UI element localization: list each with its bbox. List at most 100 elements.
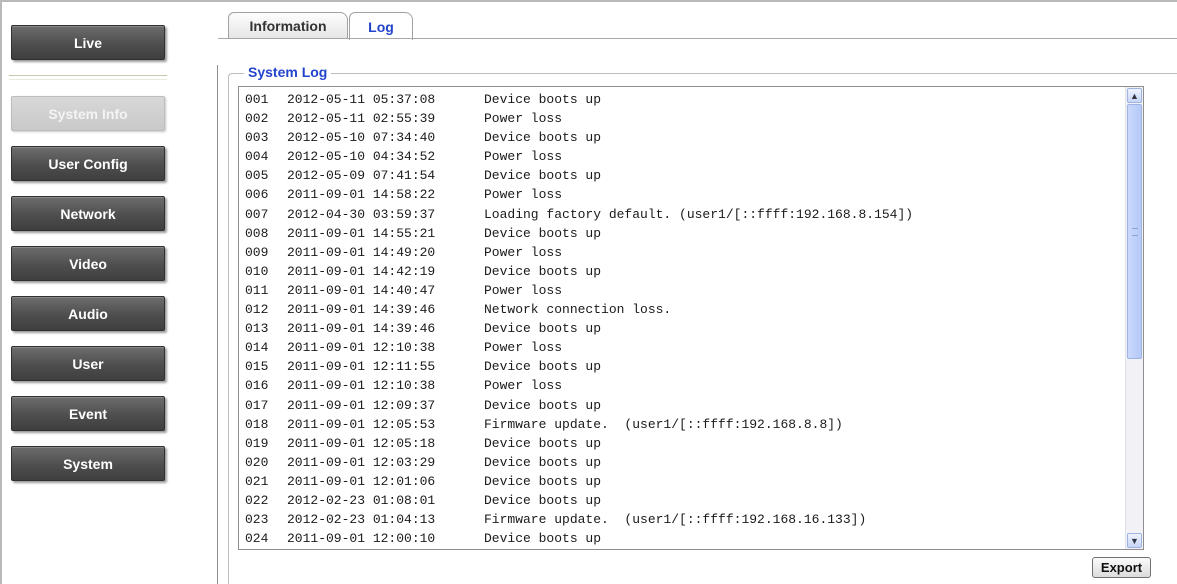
scroll-up-icon[interactable]: ▲ (1127, 88, 1142, 103)
log-entry-number: 023 (245, 512, 269, 528)
log-entry: 004 2012-05-10 04:34:52 Power loss (245, 147, 1113, 166)
log-entry-number: 024 (245, 531, 269, 547)
log-entry-message: Power loss (484, 111, 563, 127)
grip-icon (1132, 228, 1138, 236)
sidebar-item-video[interactable]: Video (11, 246, 165, 281)
log-entry-timestamp: 2012-05-10 07:34:40 (287, 130, 436, 146)
log-entry-number: 014 (245, 340, 269, 356)
log-entry: 003 2012-05-10 07:34:40 Device boots up (245, 128, 1113, 147)
log-entry-number: 005 (245, 168, 269, 184)
log-entry-number: 001 (245, 92, 269, 107)
log-entry-number: 003 (245, 130, 269, 146)
log-entry-timestamp: 2011-09-01 12:11:55 (287, 359, 436, 375)
log-scrollbar[interactable]: ▲ ▼ (1125, 87, 1143, 549)
sidebar: Live System Info User Config Network Vid… (0, 0, 200, 584)
log-entry-message: Device boots up (484, 531, 602, 547)
log-entry-number: 021 (245, 473, 269, 489)
log-entry: 020 2011-09-01 12:03:29 Device boots up (245, 453, 1113, 472)
log-entry: 021 2011-09-01 12:01:06 Device boots up (245, 472, 1113, 491)
log-entry-message: Device boots up (484, 92, 602, 107)
log-entry-message: Power loss (484, 282, 563, 298)
log-entry-timestamp: 2011-09-01 12:10:38 (287, 340, 436, 356)
log-entry: 001 2012-05-11 05:37:08 Device boots up (245, 90, 1113, 109)
log-entry-message: Power loss (484, 244, 563, 260)
system-log-title: System Log (244, 64, 332, 80)
log-entry-timestamp: 2011-09-01 14:55:21 (287, 225, 436, 241)
log-entry: 010 2011-09-01 14:42:19 Device boots up (245, 262, 1113, 281)
log-entry: 022 2012-02-23 01:08:01 Device boots up (245, 491, 1113, 510)
log-entry-message: Device boots up (484, 454, 602, 470)
log-entry-timestamp: 2012-05-09 07:41:54 (287, 168, 436, 184)
log-entry: 012 2011-09-01 14:39:46 Network connection… (245, 300, 1113, 319)
log-entry-message: Power loss (484, 187, 563, 203)
log-entry-message: Device boots up (484, 359, 602, 375)
log-entry-number: 011 (245, 282, 269, 298)
log-entry: 017 2011-09-01 12:09:37 Device boots up (245, 396, 1113, 415)
sidebar-item-system[interactable]: System (11, 446, 165, 481)
log-entry-message: Device boots up (484, 168, 602, 184)
log-entry: 011 2011-09-01 14:40:47 Power loss (245, 281, 1113, 300)
log-entry-timestamp: 2011-09-01 12:01:06 (287, 473, 436, 489)
sidebar-item-network[interactable]: Network (11, 196, 165, 231)
log-entry-number: 008 (245, 225, 269, 241)
log-entry-timestamp: 2012-02-23 01:08:01 (287, 492, 436, 508)
log-entry: 002 2012-05-11 02:55:39 Power loss (245, 109, 1113, 128)
log-entry-message: Device boots up (484, 397, 602, 413)
log-entry-number: 006 (245, 187, 269, 203)
tab-log[interactable]: Log (349, 12, 413, 40)
sidebar-item-user-config[interactable]: User Config (11, 146, 165, 181)
tab-information[interactable]: Information (228, 12, 348, 38)
log-entry-number: 015 (245, 359, 269, 375)
log-entry-message: Device boots up (484, 225, 602, 241)
log-entry: 023 2012-02-23 01:04:13 Firmware update. (… (245, 510, 1113, 529)
system-log-textarea[interactable]: 001 2012-05-11 05:37:08 Device boots up 002… (238, 86, 1144, 550)
log-entry-number: 018 (245, 416, 269, 432)
log-entry-message: Power loss (484, 340, 563, 356)
log-entry-message: Power loss (484, 149, 563, 165)
log-entry-number: 017 (245, 397, 269, 413)
log-entry-message: Device boots up (484, 130, 602, 146)
sidebar-item-audio[interactable]: Audio (11, 296, 165, 331)
log-entry-message: Device boots up (484, 321, 602, 337)
log-entry-timestamp: 2011-09-01 12:05:53 (287, 416, 436, 432)
log-entry-message: Device boots up (484, 263, 602, 279)
log-entry-number: 002 (245, 111, 269, 127)
scroll-thumb[interactable] (1127, 104, 1142, 359)
log-entry-timestamp: 2011-09-01 14:42:19 (287, 263, 436, 279)
log-entry-number: 009 (245, 244, 269, 260)
log-entry-number: 007 (245, 206, 269, 222)
export-button[interactable]: Export (1092, 557, 1151, 578)
log-entry-message: Loading factory default. (user1/[::ffff:… (484, 206, 914, 222)
log-entry-timestamp: 2012-05-11 05:37:08 (287, 92, 436, 107)
log-entry-timestamp: 2012-02-23 01:04:13 (287, 512, 436, 528)
scroll-down-icon[interactable]: ▼ (1127, 533, 1142, 548)
log-entry-timestamp: 2012-05-10 04:34:52 (287, 149, 436, 165)
log-entry: 006 2011-09-01 14:58:22 Power loss (245, 185, 1113, 204)
log-entry-message: Power loss (484, 378, 563, 394)
log-entry-timestamp: 2011-09-01 12:05:18 (287, 435, 436, 451)
log-entry-number: 022 (245, 492, 269, 508)
log-entry: 013 2011-09-01 14:39:46 Device boots up (245, 319, 1113, 338)
sidebar-item-event[interactable]: Event (11, 396, 165, 431)
log-entry: 018 2011-09-01 12:05:53 Firmware update. (… (245, 415, 1113, 434)
sidebar-item-system-info[interactable]: System Info (11, 96, 165, 131)
live-button[interactable]: Live (11, 25, 165, 60)
log-entry-timestamp: 2011-09-01 12:09:37 (287, 397, 436, 413)
log-entry-timestamp: 2012-04-30 03:59:37 (287, 206, 436, 222)
log-entry-timestamp: 2011-09-01 14:40:47 (287, 282, 436, 298)
sidebar-item-user[interactable]: User (11, 346, 165, 381)
log-entry-timestamp: 2011-09-01 12:00:10 (287, 531, 436, 547)
log-entry-timestamp: 2011-09-01 12:03:29 (287, 454, 436, 470)
log-entry: 014 2011-09-01 12:10:38 Power loss (245, 338, 1113, 357)
log-entry: 019 2011-09-01 12:05:18 Device boots up (245, 434, 1113, 453)
log-entry-message: Firmware update. (user1/[::ffff:192.168.… (484, 512, 867, 528)
log-entry-number: 012 (245, 302, 269, 318)
log-entry-number: 004 (245, 149, 269, 165)
log-entry: 005 2012-05-09 07:41:54 Device boots up (245, 166, 1113, 185)
content-left-border (217, 65, 218, 584)
tab-underline (218, 38, 1177, 39)
log-entry: 009 2011-09-01 14:49:20 Power loss (245, 243, 1113, 262)
log-entry-timestamp: 2011-09-01 14:58:22 (287, 187, 436, 203)
log-entry-number: 016 (245, 378, 269, 394)
log-entry-timestamp: 2012-05-11 02:55:39 (287, 111, 436, 127)
